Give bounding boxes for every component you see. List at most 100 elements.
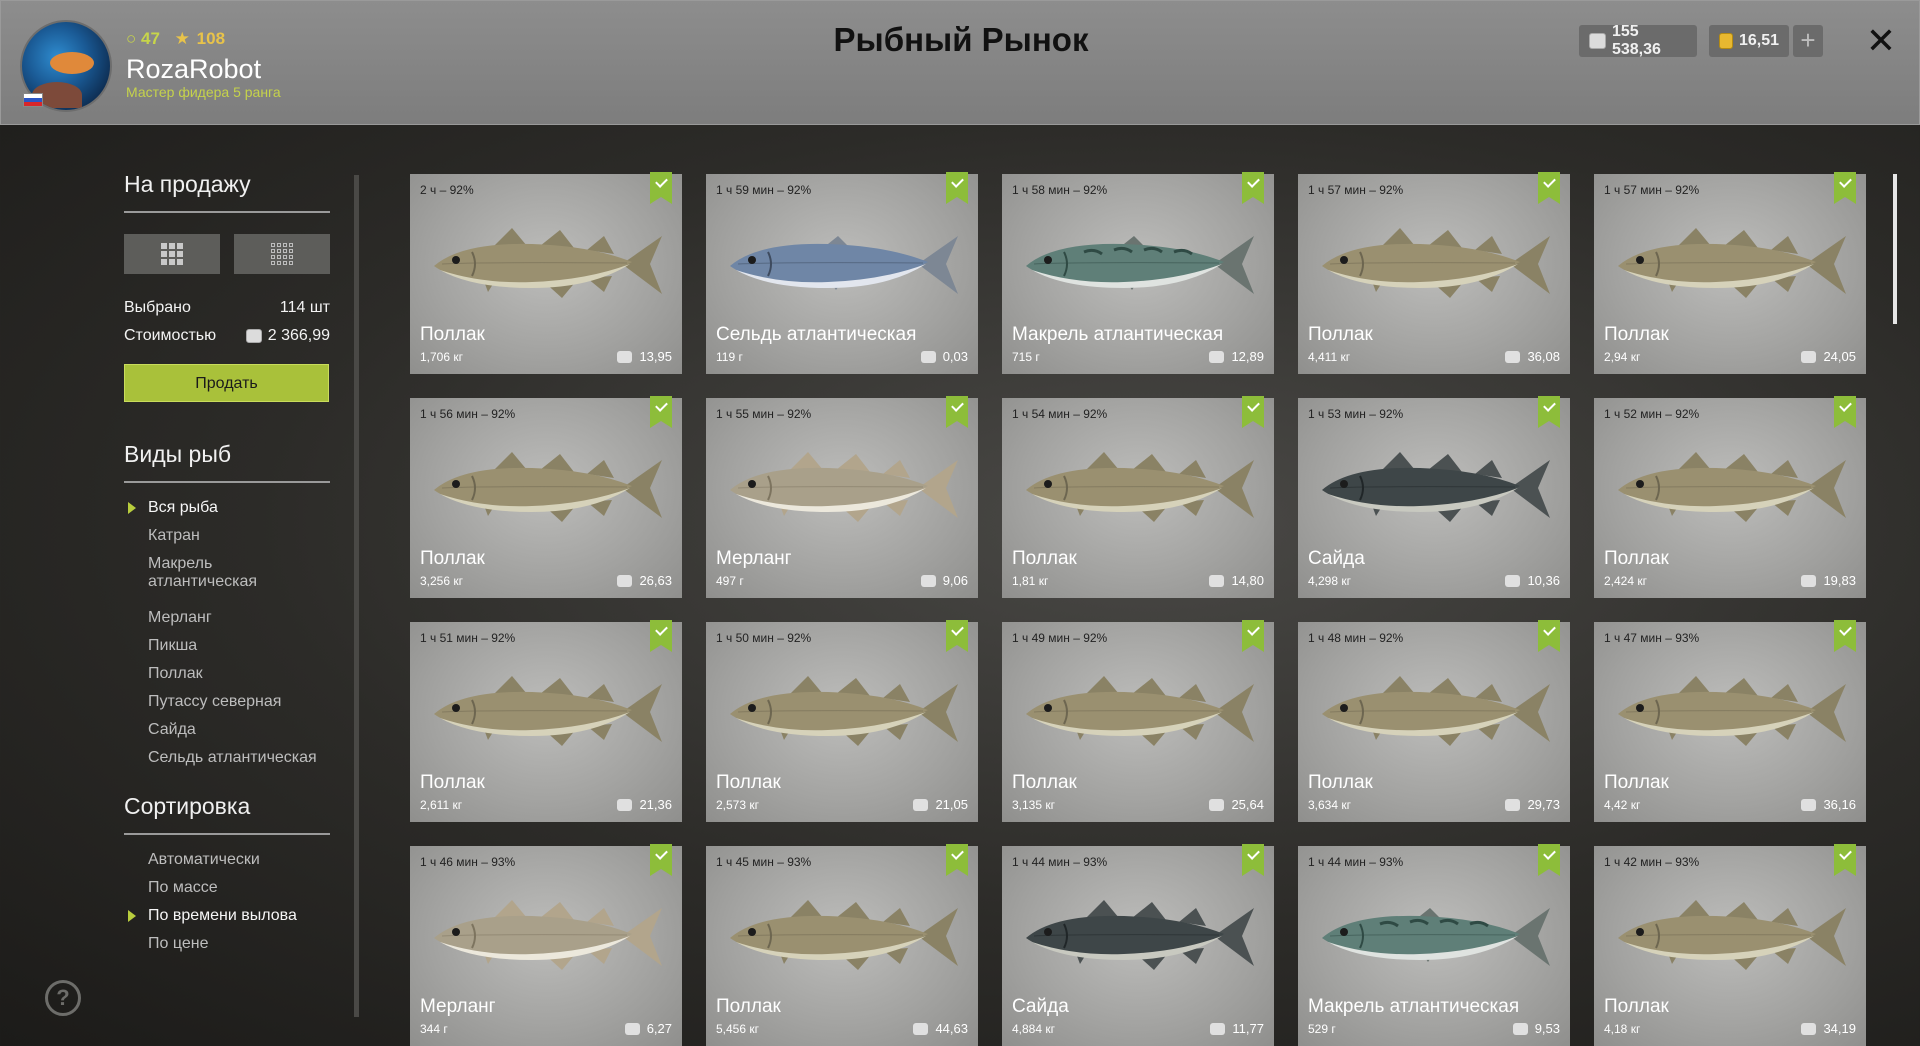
fish-card[interactable]: 1 ч 44 мин – 93% Макрель атлантическая 52… [1298, 844, 1570, 1046]
species-filter-item[interactable]: Макрель атлантическая [148, 555, 278, 591]
fish-image-icon [730, 676, 958, 746]
selected-check-icon[interactable] [1538, 844, 1560, 876]
fish-image-icon [730, 900, 958, 970]
fish-card[interactable]: 1 ч 48 мин – 92% Поллак 3,634 кг 29,73 [1298, 620, 1570, 822]
fish-card[interactable]: 1 ч 52 мин – 92% Поллак 2,424 кг 19,83 [1594, 396, 1866, 598]
sell-button[interactable]: Продать [124, 364, 329, 402]
selected-check-icon[interactable] [650, 172, 672, 204]
sort-option-item[interactable]: Автоматически [148, 851, 338, 869]
species-filter-item[interactable]: Сайда [148, 721, 338, 739]
fish-price: 24,05 [1801, 349, 1856, 364]
catch-time: 1 ч 56 мин – 92% [420, 407, 516, 421]
silver-coin-icon [913, 798, 929, 811]
fish-image-icon [730, 452, 958, 522]
silver-coin-icon [920, 350, 936, 363]
top-bar: ○ 47 ★ 108 RozaRobot Мастер фидера 5 ран… [0, 0, 1920, 125]
sort-option-item[interactable]: По цене [148, 935, 338, 953]
fish-name: Сайда [1308, 548, 1365, 569]
selected-check-icon[interactable] [1538, 396, 1560, 428]
selected-check-icon[interactable] [946, 172, 968, 204]
species-filter-item[interactable]: Пикша [148, 637, 338, 655]
fish-card[interactable]: 2 ч – 92% Поллак 1,706 кг 13,95 [410, 172, 682, 374]
selected-check-icon[interactable] [1834, 172, 1856, 204]
sort-option-item[interactable]: По времени вылова [148, 907, 338, 925]
fish-price: 21,05 [913, 797, 968, 812]
fish-card[interactable]: 1 ч 51 мин – 92% Поллак 2,611 кг 21,36 [410, 620, 682, 822]
cost-value: 2 366,99 [267, 327, 330, 344]
fish-image-icon [1322, 452, 1550, 522]
selected-check-icon[interactable] [1242, 844, 1264, 876]
fish-card[interactable]: 1 ч 58 мин – 92% Макрель атлантическая 71… [1002, 172, 1274, 374]
silver-coin-icon [617, 350, 633, 363]
selected-check-icon[interactable] [946, 396, 968, 428]
gold-coin-icon [1719, 33, 1733, 49]
selected-check-icon[interactable] [1834, 620, 1856, 652]
fish-weight: 4,411 кг [1308, 350, 1351, 364]
fish-name: Поллак [420, 772, 485, 793]
fish-card[interactable]: 1 ч 57 мин – 92% Поллак 4,411 кг 36,08 [1298, 172, 1570, 374]
selected-check-icon[interactable] [1538, 172, 1560, 204]
fish-price: 19,83 [1801, 573, 1856, 588]
selected-check-icon[interactable] [1834, 844, 1856, 876]
species-filter-item[interactable]: Сельдь атлантическая [148, 749, 338, 767]
fish-card[interactable]: 1 ч 47 мин – 93% Поллак 4,42 кг 36,16 [1594, 620, 1866, 822]
selected-check-icon[interactable] [650, 844, 672, 876]
fish-card[interactable]: 1 ч 50 мин – 92% Поллак 2,573 кг 21,05 [706, 620, 978, 822]
catch-time: 1 ч 58 мин – 92% [1012, 183, 1108, 197]
scrollbar[interactable] [1893, 174, 1897, 324]
sort-option-item[interactable]: По массе [148, 879, 338, 897]
selected-check-icon[interactable] [1538, 620, 1560, 652]
fish-card[interactable]: 1 ч 56 мин – 92% Поллак 3,256 кг 26,63 [410, 396, 682, 598]
silver-coin-icon [1801, 798, 1817, 811]
species-filter-item[interactable]: Катран [148, 527, 338, 545]
selected-check-icon[interactable] [1242, 396, 1264, 428]
selected-check-icon[interactable] [946, 844, 968, 876]
sidebar-divider [354, 175, 359, 1017]
small-grid-view-button[interactable] [234, 234, 330, 274]
fish-card[interactable]: 1 ч 57 мин – 92% Поллак 2,94 кг 24,05 [1594, 172, 1866, 374]
fish-weight: 2,573 кг [716, 798, 759, 812]
species-filter-item[interactable]: Путассу северная [148, 693, 338, 711]
selected-check-icon[interactable] [946, 620, 968, 652]
price-value: 26,63 [639, 573, 672, 588]
fish-price: 36,16 [1801, 797, 1856, 812]
fish-card[interactable]: 1 ч 45 мин – 93% Поллак 5,456 кг 44,63 [706, 844, 978, 1046]
help-button[interactable]: ? [45, 980, 81, 1016]
fish-card[interactable]: 1 ч 46 мин – 93% Мерланг 344 г 6,27 [410, 844, 682, 1046]
fish-card[interactable]: 1 ч 49 мин – 92% Поллак 3,135 кг 25,64 [1002, 620, 1274, 822]
fish-weight: 715 г [1012, 350, 1040, 364]
selected-check-icon[interactable] [1834, 396, 1856, 428]
silver-coin-icon [1801, 350, 1817, 363]
large-grid-icon [161, 243, 183, 265]
price-value: 6,27 [646, 1021, 672, 1036]
selected-check-icon[interactable] [1242, 620, 1264, 652]
catch-time: 1 ч 52 мин – 92% [1604, 407, 1700, 421]
fish-weight: 2,424 кг [1604, 574, 1647, 588]
fish-weight: 529 г [1308, 1022, 1336, 1036]
close-button[interactable]: ✕ [1863, 21, 1899, 61]
fish-card[interactable]: 1 ч 42 мин – 93% Поллак 4,18 кг 34,19 [1594, 844, 1866, 1046]
add-currency-button[interactable]: + [1793, 25, 1823, 57]
fish-image-icon [434, 452, 662, 522]
selected-check-icon[interactable] [1242, 172, 1264, 204]
fish-card[interactable]: 1 ч 59 мин – 92% Сельдь атлантическая 119… [706, 172, 978, 374]
selected-check-icon[interactable] [650, 396, 672, 428]
species-filter-item[interactable]: Мерланг [148, 609, 338, 627]
fish-card[interactable]: 1 ч 55 мин – 92% Мерланг 497 г 9,06 [706, 396, 978, 598]
fish-price: 9,53 [1512, 1021, 1560, 1036]
fish-name: Поллак [1308, 772, 1373, 793]
fish-weight: 3,634 кг [1308, 798, 1351, 812]
section-divider [124, 481, 330, 483]
fish-image-icon [1618, 228, 1846, 298]
species-filter-item[interactable]: Поллак [148, 665, 338, 683]
selected-check-icon[interactable] [650, 620, 672, 652]
price-value: 11,77 [1232, 1021, 1264, 1036]
large-grid-view-button[interactable] [124, 234, 220, 274]
fish-card[interactable]: 1 ч 53 мин – 92% Сайда 4,298 кг 10,36 [1298, 396, 1570, 598]
species-filter-item[interactable]: Вся рыба [148, 499, 338, 517]
fish-name: Поллак [1604, 324, 1669, 345]
fish-card[interactable]: 1 ч 54 мин – 92% Поллак 1,81 кг 14,80 [1002, 396, 1274, 598]
catch-time: 1 ч 45 мин – 93% [716, 855, 812, 869]
player-rank: Мастер фидера 5 ранга [126, 84, 281, 100]
fish-card[interactable]: 1 ч 44 мин – 93% Сайда 4,884 кг 11,77 [1002, 844, 1274, 1046]
